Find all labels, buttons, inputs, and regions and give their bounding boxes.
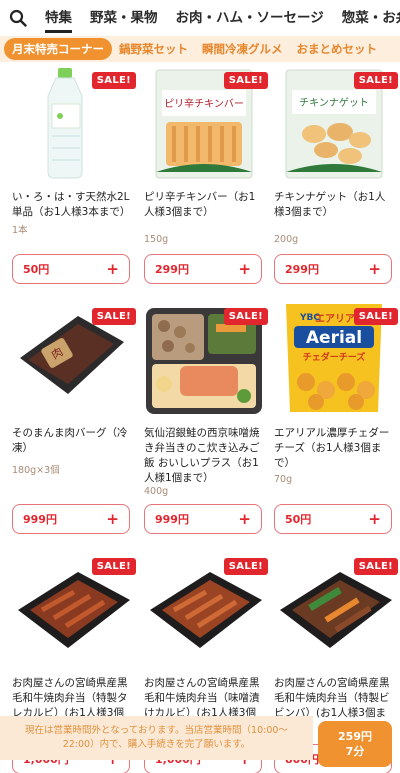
- add-to-cart-button[interactable]: 999円 +: [12, 504, 130, 534]
- product-price: 999円: [155, 513, 189, 526]
- add-to-cart-button[interactable]: 50円 +: [274, 504, 392, 534]
- product-quantity: 70g: [274, 474, 293, 485]
- product-name: ピリ辛チキンバー（お1人様3個まで）: [144, 191, 256, 218]
- sale-badge: SALE!: [353, 558, 398, 575]
- svg-text:Aerial: Aerial: [306, 328, 362, 348]
- plus-icon: +: [368, 259, 381, 278]
- product-quantity: 150g: [144, 234, 169, 245]
- add-to-cart-button[interactable]: 50円 +: [12, 254, 130, 284]
- plus-icon: +: [238, 509, 251, 528]
- subcategory-frozen-gourmet[interactable]: 瞬間冷凍グルメ: [195, 38, 290, 60]
- product-image-nugget: チキンナゲット SALE!: [270, 62, 398, 182]
- subcategory-nabe-vegetables[interactable]: 鍋野菜セット: [112, 38, 195, 60]
- product-price: 50円: [285, 513, 312, 526]
- product-image-yakiniku-tare: SALE!: [8, 548, 136, 668]
- svg-text:ピリ辛チキンバー: ピリ辛チキンバー: [164, 97, 244, 110]
- product-price: 999円: [23, 513, 57, 526]
- search-button[interactable]: [0, 0, 36, 36]
- category-tab-deli-bento[interactable]: 惣菜・お弁当: [333, 0, 400, 36]
- sale-badge: SALE!: [353, 72, 398, 89]
- product-image-aerial-cheddar: YBC エアリアル Aerial チェダーチーズ SALE!: [270, 298, 398, 418]
- product-quantity: 180g×3個: [12, 465, 60, 476]
- plus-icon: +: [238, 259, 251, 278]
- svg-text:チェダーチーズ: チェダーチーズ: [303, 351, 366, 363]
- cart-button[interactable]: 259円 7分: [318, 721, 392, 767]
- svg-text:チキンナゲット: チキンナゲット: [299, 97, 369, 109]
- product-price: 299円: [155, 263, 189, 276]
- add-to-cart-button[interactable]: 999円 +: [144, 504, 262, 534]
- sale-badge: SALE!: [91, 558, 136, 575]
- product-name: チキンナゲット（お1人様3個まで）: [274, 191, 386, 218]
- sale-badge: SALE!: [353, 308, 398, 325]
- plus-icon: +: [106, 509, 119, 528]
- product-image-yakiniku-bibimbap: SALE!: [270, 548, 398, 668]
- product-image-chicken-bar: ピリ辛チキンバー SALE!: [140, 62, 268, 182]
- cart-delivery-time: 7分: [345, 745, 365, 758]
- product-price: 50円: [23, 263, 50, 276]
- product-image-hamburg: 肉 SALE!: [8, 298, 136, 418]
- sale-badge: SALE!: [223, 558, 268, 575]
- sale-badge: SALE!: [91, 308, 136, 325]
- category-tab-tokushu[interactable]: 特集: [36, 0, 81, 36]
- product-image-yakiniku-miso: SALE!: [140, 548, 268, 668]
- sale-badge: SALE!: [223, 72, 268, 89]
- business-hours-notice: 現在は営業時間外となっております。当店営業時間（10:00〜22:00）内で、購…: [0, 716, 313, 760]
- plus-icon: +: [106, 259, 119, 278]
- add-to-cart-button[interactable]: 299円 +: [144, 254, 262, 284]
- product-name: い・ろ・は・す天然水2L単品（お1人様3本まで）: [12, 191, 131, 218]
- product-name: エアリアル濃厚チェダーチーズ（お1人様3個まで）: [274, 427, 390, 469]
- product-quantity: 1本: [12, 225, 28, 236]
- product-quantity: 200g: [274, 234, 299, 245]
- subcategory-month-end-sale[interactable]: 月末特売コーナー: [4, 38, 112, 60]
- product-image-salmon-bento: SALE!: [140, 298, 268, 418]
- category-tab-meat-ham-sausage[interactable]: お肉・ハム・ソーセージ: [167, 0, 333, 36]
- product-quantity: 400g: [144, 486, 169, 497]
- product-image-water: SALE!: [8, 62, 136, 182]
- subcategory-bundle-set[interactable]: おまとめセット: [290, 38, 385, 60]
- sale-badge: SALE!: [91, 72, 136, 89]
- cart-amount: 259円: [338, 730, 372, 743]
- category-tab-vegetables-fruits[interactable]: 野菜・果物: [81, 0, 167, 36]
- subcategory-bar: 月末特売コーナー 鍋野菜セット 瞬間冷凍グルメ おまとめセット: [0, 36, 400, 62]
- product-price: 299円: [285, 263, 319, 276]
- notice-text: 現在は営業時間外となっております。当店営業時間（10:00〜22:00）内で、購…: [25, 725, 288, 750]
- add-to-cart-button[interactable]: 299円 +: [274, 254, 392, 284]
- product-name: 気仙沼銀鮭の西京味噌焼き弁当きのこ炊き込みご飯 おいしいプラス（お1人様1個まで…: [144, 427, 260, 484]
- category-bar: 特集 野菜・果物 お肉・ハム・ソーセージ 惣菜・お弁当: [0, 0, 400, 36]
- plus-icon: +: [368, 509, 381, 528]
- product-name: そのまんま肉バーグ（冷凍）: [12, 427, 128, 454]
- sale-badge: SALE!: [223, 308, 268, 325]
- search-icon: [9, 9, 27, 27]
